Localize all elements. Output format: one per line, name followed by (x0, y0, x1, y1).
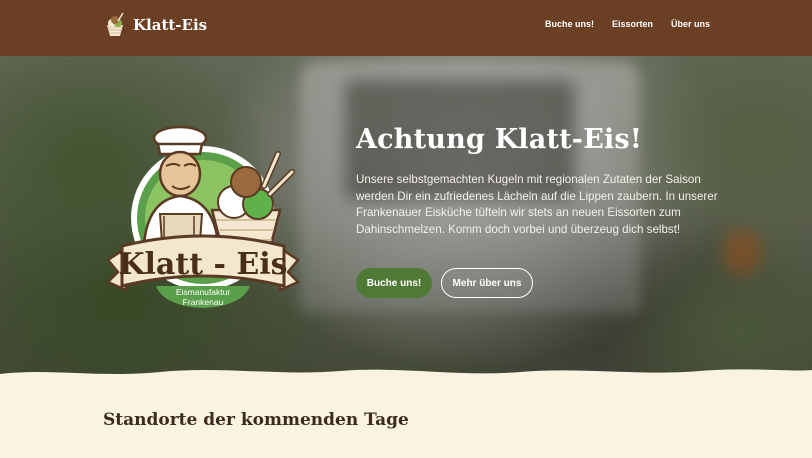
badge-subtitle-line1: Eismanufaktur (176, 287, 230, 297)
hero-title: Achtung Klatt-Eis! (356, 124, 642, 155)
section-title: Standorte der kommenden Tage (103, 410, 409, 430)
badge-title: Klatt - Eis (118, 247, 287, 282)
brand-link[interactable]: Klatt-Eis (103, 12, 207, 38)
hero-content: Achtung Klatt-Eis! Unsere selbstgemachte… (356, 122, 726, 238)
klatt-eis-badge-logo: Klatt - Eis Eismanufaktur Frankenau (105, 125, 301, 308)
ice-cream-cup-icon (107, 12, 124, 36)
brand-name: Klatt-Eis (133, 16, 208, 34)
main-nav: Buche uns! Eissorten Über uns (545, 19, 710, 29)
more-about-us-button[interactable]: Mehr über uns (441, 268, 533, 298)
book-us-button[interactable]: Buche uns! (356, 268, 432, 298)
badge-subtitle-line2: Frankenau (183, 297, 224, 307)
header-wave-divider (0, 44, 812, 57)
hero-buttons: Buche uns! Mehr über uns (356, 268, 533, 298)
locations-section: Standorte der kommenden Tage (0, 380, 812, 458)
nav-link-buche-uns[interactable]: Buche uns! (545, 19, 594, 29)
hero-photo-detail (722, 228, 762, 276)
nav-link-ueber-uns[interactable]: Über uns (671, 19, 710, 29)
nav-link-eissorten[interactable]: Eissorten (612, 19, 653, 29)
hero-description: Unsere selbstgemachten Kugeln mit region… (356, 173, 718, 236)
